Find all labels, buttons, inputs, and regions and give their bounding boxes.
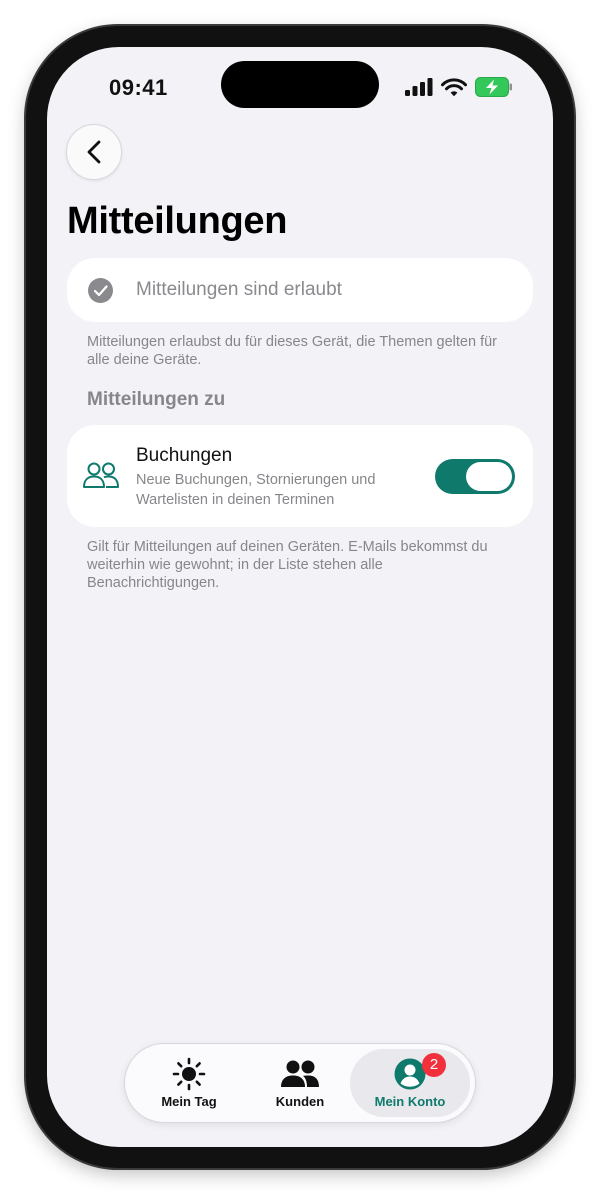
people-icon	[281, 1060, 319, 1087]
back-button[interactable]	[66, 124, 122, 180]
cellular-signal-icon	[405, 78, 433, 96]
bookings-description: Neue Buchungen, Stornierungen und Wartel…	[136, 472, 376, 508]
tab-bar: Mein Tag Kunden 2 Mein Konto	[124, 1043, 476, 1123]
section-header: Mitteilungen zu	[87, 389, 226, 410]
bookings-toggle[interactable]	[435, 459, 515, 494]
sun-icon	[172, 1057, 206, 1091]
checkmark-circle-icon	[88, 278, 113, 303]
tab-label: Mein Konto	[374, 1094, 446, 1109]
status-icons	[405, 77, 513, 97]
permission-status-card: Mitteilungen sind erlaubt	[67, 258, 533, 322]
toggle-knob	[466, 462, 512, 491]
tab-mein-tag[interactable]: Mein Tag	[139, 1049, 239, 1117]
tab-label: Mein Tag	[161, 1094, 217, 1109]
screen: 09:41 Mitteilungen Mitteilungen sind erl…	[47, 47, 553, 1147]
bookings-card: Buchungen Neue Buchungen, Stornierungen …	[67, 425, 533, 527]
tab-label: Kunden	[275, 1094, 325, 1109]
battery-charging-icon	[475, 77, 512, 97]
permission-status-label: Mitteilungen sind erlaubt	[136, 279, 342, 300]
permission-note: Mitteilungen erlaubst du für dieses Gerä…	[87, 334, 497, 368]
wifi-icon	[441, 77, 467, 96]
notification-badge: 2	[422, 1053, 446, 1077]
status-time: 09:41	[109, 75, 168, 100]
page-title: Mitteilungen	[67, 200, 288, 242]
notifications-footnote: Gilt für Mitteilungen auf deinen Geräten…	[87, 539, 488, 591]
chevron-left-icon	[87, 140, 101, 164]
bookings-title: Buchungen	[136, 445, 233, 466]
tab-mein-konto[interactable]: 2 Mein Konto	[350, 1049, 470, 1117]
tab-kunden[interactable]: Kunden	[250, 1049, 350, 1117]
dynamic-island	[221, 61, 379, 108]
people-icon	[83, 462, 119, 488]
